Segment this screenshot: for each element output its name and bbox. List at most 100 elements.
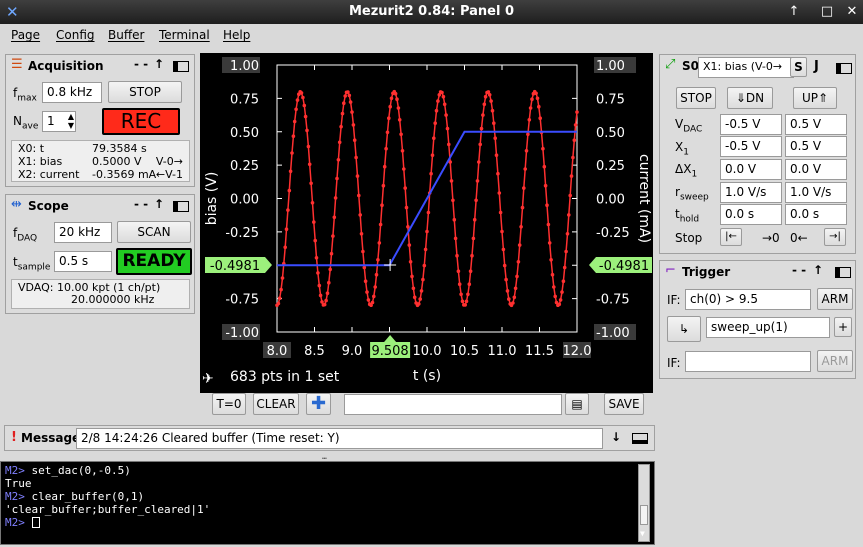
bias-point (558, 298, 563, 302)
plot-area[interactable]: 1.00 1.00 0.75 0.75 0.50 0.50 0.25 0.25 0.00 0.00… (200, 53, 653, 393)
y-tick-label-right: -1.00 (596, 326, 630, 341)
sweep-channel-select[interactable]: X1: bias (V-0→ (698, 57, 794, 78)
sweep-stop-button[interactable]: STOP (676, 87, 716, 109)
terminal-line: M2> clear_buffer(0,1) (5, 490, 145, 503)
ready-button[interactable]: READY (116, 248, 192, 275)
panel-dock-icon[interactable] (835, 267, 851, 278)
t0-button[interactable]: T=0 (212, 393, 246, 415)
stop-at-min-button[interactable]: |← (720, 228, 742, 246)
vdac-max-input[interactable]: 0.5 V (785, 114, 847, 135)
y-tick-label-right: 0.75 (596, 92, 625, 107)
trigger-condition-input[interactable]: ch(0) > 9.5 (685, 289, 811, 310)
bias-point (419, 289, 424, 293)
terminal-input-line[interactable]: M2> (5, 516, 650, 529)
bias-point (545, 203, 549, 207)
panel-raise-icon[interactable]: ↑ (154, 197, 164, 211)
message-down-icon[interactable]: ↓ (611, 430, 621, 444)
terminal[interactable]: M2> set_dac(0,-0.5) True M2> clear_buffe… (0, 461, 655, 545)
window-maximize-button[interactable]: □ (818, 3, 836, 21)
left-value-marker: -0.4981 (210, 259, 260, 274)
branch-arrow-icon: ↳ (678, 322, 690, 336)
stop-from-zero-toggle[interactable]: 0← (790, 231, 808, 245)
panel-collapse-icon[interactable]: - - (134, 57, 148, 71)
menu-help[interactable]: Help (223, 28, 250, 42)
bias-point (417, 302, 421, 306)
panel-collapse-icon[interactable]: - - (134, 197, 148, 211)
sweep-down-button[interactable]: ⇓DN (727, 87, 773, 109)
menu-page[interactable]: Page (11, 28, 40, 42)
trigger-action-type-button[interactable]: ↳ (667, 316, 701, 342)
bias-point (337, 140, 342, 145)
x-value-marker-arrow (384, 335, 397, 342)
nave-value: 1 (47, 114, 55, 128)
x-tick-label: 8.0 (267, 344, 288, 359)
rsweep-max-input[interactable]: 1.0 V/s (785, 182, 847, 203)
panel-dock-icon[interactable] (836, 63, 852, 74)
window-raise-button[interactable]: ↑ (785, 3, 803, 21)
thold-min-input[interactable]: 0.0 s (720, 204, 782, 225)
sweep-s-button[interactable]: S (790, 57, 807, 77)
trigger-arm-button[interactable]: ARM (817, 288, 853, 310)
thold-max-input[interactable]: 0.0 s (785, 204, 847, 225)
y-tick-label-right: 0.00 (596, 193, 625, 208)
file-browse-button[interactable]: ▤ (565, 393, 589, 415)
menu-buffer[interactable]: Buffer (108, 28, 144, 42)
x1-max-input[interactable]: 0.5 V (785, 136, 847, 157)
rec-button[interactable]: REC (102, 108, 180, 135)
bias-point (537, 104, 541, 109)
spinner-arrows-icon[interactable]: ▲ ▼ (68, 112, 74, 130)
acquisition-stop-button[interactable]: STOP (108, 81, 182, 103)
menu-config[interactable]: Config (56, 28, 95, 42)
bias-point (429, 171, 433, 176)
stop-at-max-button[interactable]: →| (824, 228, 846, 246)
bias-point (452, 217, 457, 222)
menu-terminal[interactable]: Terminal (159, 28, 210, 42)
dx1-min-input[interactable]: 0.0 V (720, 159, 782, 180)
stop-to-zero-toggle[interactable]: →0 (762, 231, 780, 245)
terminal-scrollbar[interactable]: ▼ (638, 464, 650, 542)
plot-svg[interactable]: 1.00 1.00 0.75 0.75 0.50 0.50 0.25 0.25 0.00 0.00… (200, 53, 653, 393)
sweep-up-button[interactable]: UP⇑ (793, 87, 837, 109)
panel-raise-icon[interactable]: ↑ (154, 57, 164, 71)
bias-point (522, 186, 526, 190)
trigger-action-input[interactable]: sweep_up(1) (706, 317, 830, 338)
nave-spinner[interactable]: 1 ▲ ▼ (42, 111, 76, 132)
panel-collapse-icon[interactable]: - - (792, 263, 806, 277)
bias-point (527, 118, 532, 122)
trigger-add-button[interactable]: + (834, 317, 852, 337)
x1-min-input[interactable]: -0.5 V (720, 136, 782, 157)
scan-button[interactable]: SCAN (117, 221, 191, 243)
sweep-j-button[interactable]: J (814, 59, 819, 74)
bias-point (561, 279, 566, 283)
bias-point (292, 119, 297, 124)
bias-point (464, 299, 469, 304)
bias-point (478, 142, 483, 147)
bias-point (489, 99, 493, 103)
save-button[interactable]: SAVE (604, 393, 644, 415)
scope-panel: ⇹ Scope - - ↑ fDAQ 20 kHz SCAN tsample 0… (5, 194, 195, 314)
scroll-down-icon[interactable]: ▼ (640, 527, 645, 540)
save-filename-input[interactable] (344, 394, 562, 415)
clear-button[interactable]: CLEAR (253, 393, 299, 415)
bias-point (407, 243, 412, 247)
trigger-condition2-input[interactable] (685, 351, 811, 372)
bias-point (332, 215, 337, 220)
window-close-button[interactable]: ✕ (843, 3, 861, 21)
bias-point (442, 102, 447, 107)
fmax-input[interactable]: 0.8 kHz (42, 82, 102, 103)
rsweep-min-input[interactable]: 1.0 V/s (720, 182, 782, 203)
bias-point (547, 241, 552, 245)
vdac-min-input[interactable]: -0.5 V (720, 114, 782, 135)
trigger-arm2-button[interactable]: ARM (817, 350, 853, 372)
scrollbar-thumb[interactable] (640, 505, 648, 525)
tsample-input[interactable]: 0.5 s (54, 251, 112, 272)
panel-dock-icon[interactable] (173, 61, 189, 72)
panel-dock-icon[interactable] (173, 201, 189, 212)
x-axis-label: t (s) (413, 368, 441, 384)
dx1-max-input[interactable]: 0.0 V (785, 159, 847, 180)
x-tick-label: 10.0 (413, 344, 442, 359)
fdaq-input[interactable]: 20 kHz (54, 222, 112, 243)
panel-raise-icon[interactable]: ↑ (813, 263, 823, 277)
zoom-plus-button[interactable]: ✚ (306, 393, 331, 415)
message-minimize-icon[interactable] (632, 433, 648, 444)
